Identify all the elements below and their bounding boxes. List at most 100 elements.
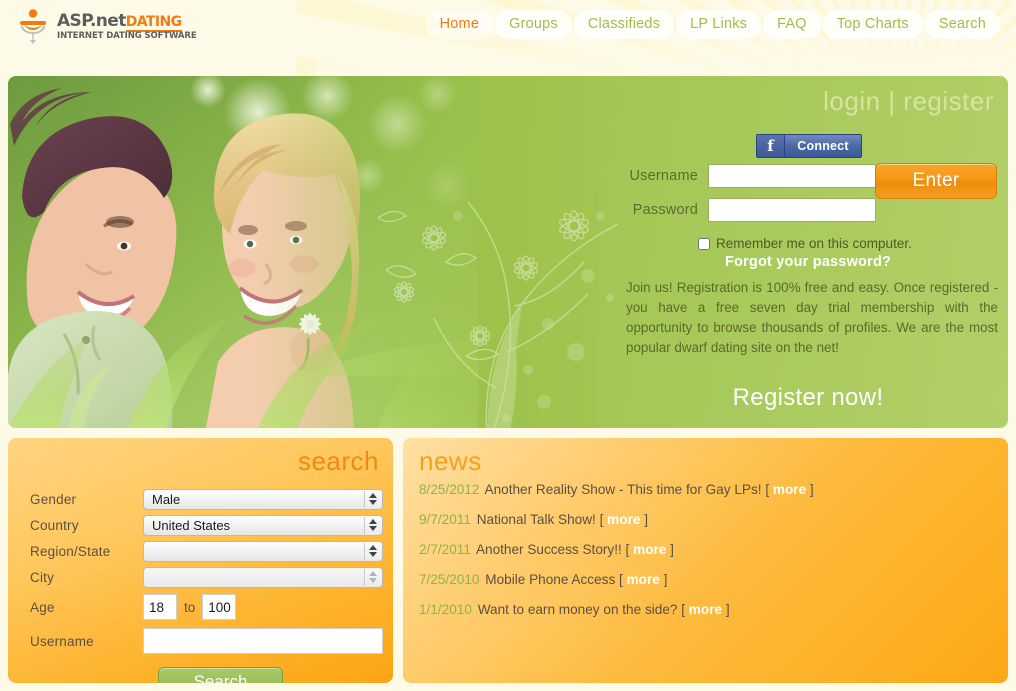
news-more-link[interactable]: more [773,482,806,497]
news-title: Want to earn money on the side? [477,602,678,617]
bracket-close: ] [663,572,668,587]
password-input[interactable] [708,198,876,222]
age-row: Age to [8,590,393,624]
remember-me-row[interactable]: Remember me on this computer. [698,236,912,251]
news-panel: news 8/25/2012 Another Reality Show - Th… [403,438,1008,683]
region-select[interactable] [143,540,383,562]
remember-me-checkbox[interactable] [698,237,710,250]
search-panel: search Gender Male Country United States… [8,438,393,683]
register-link[interactable]: register [903,86,994,116]
stepper-arrows-icon[interactable] [364,516,381,534]
search-form: Gender Male Country United States Region… [8,486,393,658]
bottom-panels: search Gender Male Country United States… [8,438,1008,683]
age-label: Age [30,599,55,615]
nav-item-faq[interactable]: FAQ [763,10,821,39]
news-date: 1/1/2010 [419,602,472,617]
news-date: 9/7/2011 [419,512,471,527]
gender-value: Male [152,491,181,507]
age-to-input[interactable] [202,594,237,620]
gender-select[interactable]: Male [143,488,383,510]
news-title: National Talk Show! [476,512,596,527]
page-header: ASP.netDATING INTERNET DATING SOFTWARE H… [0,0,1016,76]
username-search-label: Username [30,633,94,649]
logo-tagline: INTERNET DATING SOFTWARE [57,31,197,42]
stepper-arrows-icon[interactable] [364,568,381,586]
dating-figure-icon [20,9,46,44]
news-more-link[interactable]: more [607,512,640,527]
news-more-link[interactable]: more [627,572,660,587]
facebook-icon: f [757,135,785,157]
login-panel: login | register f Connect Username Pass… [608,76,1008,428]
country-label: Country [30,517,79,533]
age-from-input[interactable] [143,594,177,620]
region-row: Region/State [8,538,393,564]
country-value: United States [152,517,231,533]
bracket-close: ] [644,512,648,527]
link-separator: | [888,86,896,116]
username-search-input[interactable] [143,628,383,654]
register-now-link[interactable]: Register now! [608,384,1008,412]
remember-me-label: Remember me on this computer. [716,236,912,251]
logo-name-accent: DATING [125,14,182,33]
bracket-open: [ [681,602,686,617]
facebook-connect-button[interactable]: f Connect [756,134,862,158]
username-search-row: Username [8,624,393,658]
news-title: Another Reality Show - This time for Gay… [484,482,762,497]
main-navigation: Home Groups Classifieds LP Links FAQ Top… [425,10,1000,39]
news-item: 9/7/2011 National Talk Show! [ more ] [419,512,994,528]
news-date: 8/25/2012 [419,482,480,497]
stepper-arrows-icon[interactable] [364,542,381,560]
password-field-row: Password [626,198,876,222]
forgot-password-link[interactable]: Forgot your password? [608,254,1008,270]
bracket-open: [ [599,512,604,527]
nav-item-search[interactable]: Search [924,10,1000,39]
facebook-connect-label: Connect [785,135,861,157]
news-item: 1/1/2010 Want to earn money on the side?… [419,602,994,618]
news-panel-title: news [419,446,482,476]
country-select[interactable]: United States [143,514,383,536]
nav-item-home[interactable]: Home [425,10,494,39]
nav-item-classifieds[interactable]: Classifieds [573,10,675,39]
logo-wordmark: ASP.netDATING INTERNET DATING SOFTWARE [57,11,197,41]
news-list: 8/25/2012 Another Reality Show - This ti… [419,482,994,632]
news-item: 7/25/2010 Mobile Phone Access [ more ] [419,572,994,588]
city-row: City [8,564,393,590]
city-label: City [30,569,55,585]
nav-item-top-charts[interactable]: Top Charts [822,10,923,39]
search-panel-title: search [297,446,379,476]
login-link[interactable]: login [823,86,880,116]
login-register-links: login | register [823,86,994,117]
username-field-row: Username [626,164,876,188]
hero-banner: login | register f Connect Username Pass… [8,76,1008,428]
hero-couple-photo [8,76,478,428]
site-logo[interactable]: ASP.netDATING INTERNET DATING SOFTWARE [16,8,197,44]
news-item: 2/7/2011 Another Success Story!! [ more … [419,542,994,558]
logo-name-main: ASP.net [57,11,126,32]
news-date: 2/7/2011 [419,542,471,557]
age-to-label: to [184,599,196,615]
password-label: Password [632,202,698,218]
gender-label: Gender [30,491,77,507]
search-submit-button[interactable]: Search [158,667,283,683]
news-more-link[interactable]: more [689,602,722,617]
bracket-open: [ [765,482,770,497]
news-item: 8/25/2012 Another Reality Show - This ti… [419,482,994,498]
bracket-close: ] [725,602,730,617]
nav-item-lp-links[interactable]: LP Links [676,10,762,39]
bracket-open: [ [625,542,630,557]
news-title: Mobile Phone Access [485,572,616,587]
enter-button[interactable]: Enter [875,163,997,199]
news-title: Another Success Story!! [475,542,622,557]
bracket-close: ] [809,482,814,497]
promo-text: Join us! Registration is 100% free and e… [626,280,998,355]
bracket-open: [ [619,572,623,587]
city-select[interactable] [143,566,383,588]
nav-item-groups[interactable]: Groups [495,10,572,39]
news-date: 7/25/2010 [419,572,480,587]
country-row: Country United States [8,512,393,538]
username-input[interactable] [708,164,876,188]
news-more-link[interactable]: more [633,542,666,557]
gender-row: Gender Male [8,486,393,512]
stepper-arrows-icon[interactable] [364,490,381,508]
region-label: Region/State [30,543,111,559]
